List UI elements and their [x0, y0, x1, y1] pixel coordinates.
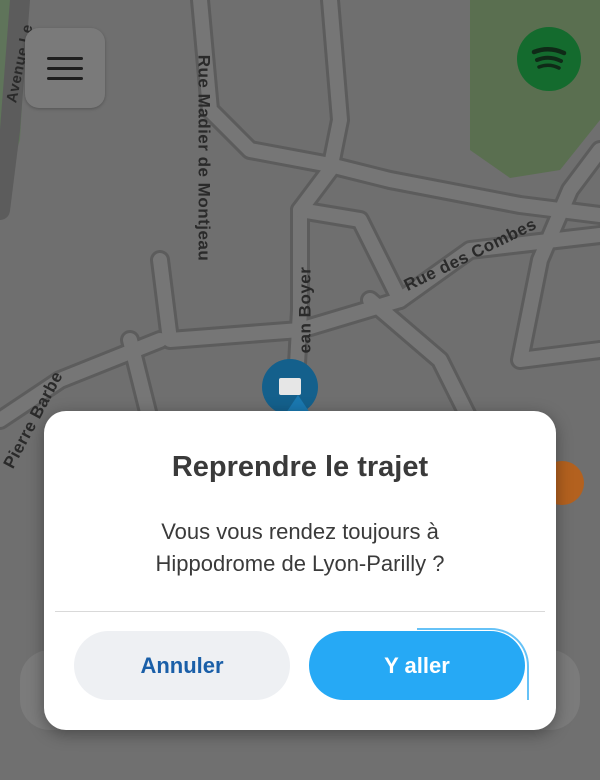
- menu-button[interactable]: [25, 28, 105, 108]
- street-label-boyer: ean Boyer: [295, 266, 315, 354]
- hamburger-menu-icon: [47, 56, 83, 60]
- cancel-button[interactable]: Annuler: [74, 631, 290, 700]
- dialog-message-line-1: Vous vous rendez toujours à: [161, 519, 439, 544]
- resume-trip-dialog: Reprendre le trajet Vous vous rendez tou…: [44, 411, 556, 730]
- dialog-divider: [55, 611, 545, 612]
- dialog-message-line-2: Hippodrome de Lyon-Parilly ?: [155, 551, 445, 576]
- dialog-message: Vous vous rendez toujours à Hippodrome d…: [84, 516, 516, 580]
- street-label-madier: Rue Madier de Montjeau: [194, 54, 214, 262]
- spotify-icon: [531, 47, 567, 70]
- dialog-title: Reprendre le trajet: [171, 451, 429, 483]
- spotify-button[interactable]: [517, 27, 581, 91]
- go-button[interactable]: Y aller: [309, 628, 529, 700]
